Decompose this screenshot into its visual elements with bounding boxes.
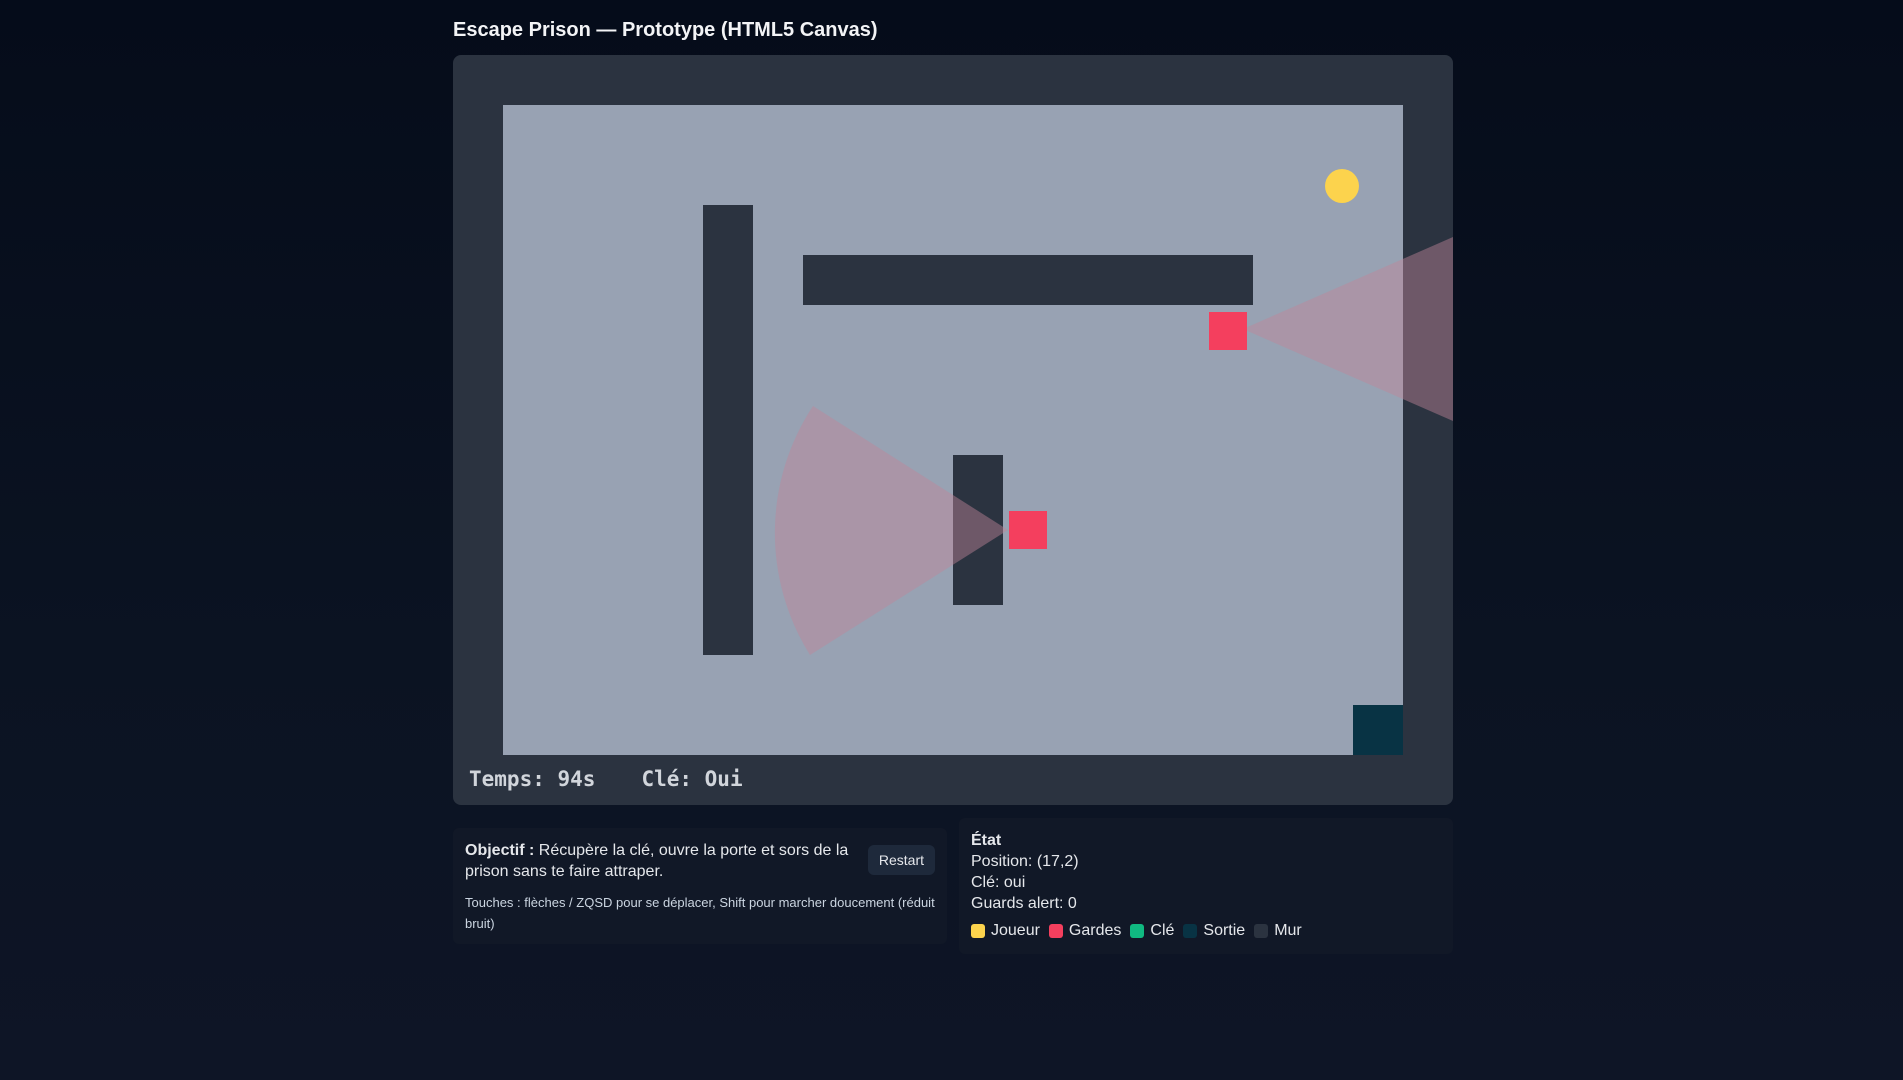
hud-key: Clé: Oui [641,767,743,791]
player [1325,169,1359,203]
legend-label: Mur [1274,922,1302,939]
hud-time: Temps: 94s [469,767,596,791]
floor [503,105,1403,755]
guard-1 [1209,312,1247,350]
objective-text: Objectif : Récupère la clé, ouvre la por… [465,840,855,882]
game-map [503,105,1453,755]
hud: Temps: 94s Clé: Oui [469,767,789,791]
status-position: Position: (17,2) [971,853,1079,870]
legend: Joueur Gardes Clé Sortie Mur [971,922,1441,940]
player-swatch-icon [971,924,985,938]
legend-label: Clé [1150,922,1175,939]
legend-item-player: Joueur [971,922,1040,940]
status-heading: État [971,832,1002,849]
exit-swatch-icon [1183,924,1198,938]
status-guards-alert: Guards alert: 0 [971,895,1077,912]
legend-item-wall: Mur [1254,922,1302,940]
guard-2 [1009,511,1047,549]
legend-item-key: Clé [1130,922,1174,940]
guard-swatch-icon [1048,924,1063,938]
restart-button[interactable]: Restart [867,845,935,875]
page-title: Escape Prison — Prototype (HTML5 Canvas) [453,19,878,41]
wall-swatch-icon [1254,924,1269,938]
legend-label: Sortie [1203,922,1246,939]
legend-label: Joueur [991,922,1040,939]
wall-vertical-left [703,205,753,655]
status-key: Clé: oui [971,874,1026,891]
key-swatch-icon [1130,924,1145,938]
legend-item-guards: Gardes [1048,922,1122,940]
game-canvas[interactable]: Temps: 94s Clé: Oui [453,55,1453,805]
controls-help: Touches : flèches / ZQSD pour se déplace… [465,895,935,931]
objective-label: Objectif : [465,842,535,859]
exit-door [1353,705,1403,755]
legend-label: Gardes [1068,922,1122,939]
status-panel: État Position: (17,2) Clé: oui Guards al… [959,818,1453,954]
legend-item-exit: Sortie [1183,922,1245,940]
objective-panel: Objectif : Récupère la clé, ouvre la por… [453,828,947,944]
wall-horizontal-top [803,255,1253,305]
